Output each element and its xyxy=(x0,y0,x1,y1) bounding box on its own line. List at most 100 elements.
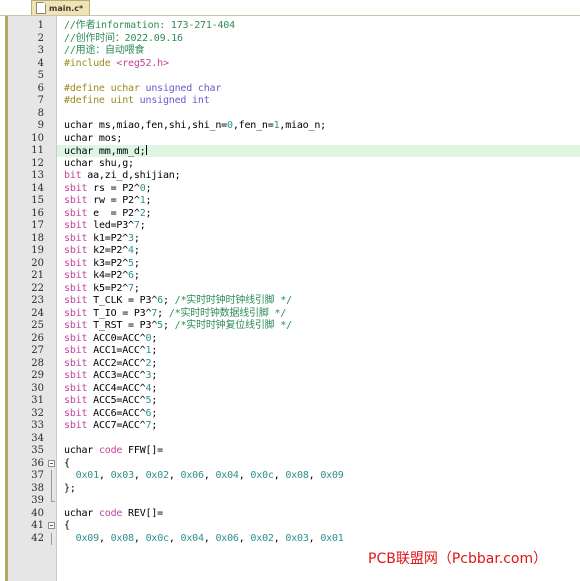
code-line[interactable]: sbit T_RST = P3^5; /*实时时钟复位线引脚 */ xyxy=(64,320,292,332)
line-number[interactable]: 26 xyxy=(8,333,44,345)
code-line[interactable]: sbit ACC1=ACC^1; xyxy=(64,345,157,357)
code-token-kw2: sbit xyxy=(64,295,88,306)
line-number[interactable]: 41 xyxy=(8,520,44,532)
editor-area[interactable]: 1 //作者information: 173-271-404 2 //创作时间：202… xyxy=(0,16,580,581)
tab-main-c[interactable]: main.c* xyxy=(31,0,91,15)
line-number[interactable]: 34 xyxy=(8,433,44,445)
line-number[interactable]: 33 xyxy=(8,420,44,432)
code-line[interactable]: sbit T_IO = P3^7; /*实时时钟数据线引脚 */ xyxy=(64,308,286,320)
line-number[interactable]: 24 xyxy=(8,308,44,320)
line-number[interactable]: 2 xyxy=(8,33,44,45)
line-number[interactable]: 15 xyxy=(8,195,44,207)
line-number[interactable]: 31 xyxy=(8,395,44,407)
code-editor-window: main.c* 1 //作者information: 173-271-404 2 //… xyxy=(0,0,580,581)
code-line[interactable]: sbit k2=P2^4; xyxy=(64,245,140,257)
line-number[interactable]: 14 xyxy=(8,183,44,195)
code-line[interactable]: { xyxy=(64,520,70,532)
code-line[interactable]: #define uchar unsigned char xyxy=(64,83,221,95)
code-line[interactable]: sbit rw = P2^1; xyxy=(64,195,152,207)
code-line[interactable]: uchar mos; xyxy=(64,133,122,145)
code-token-plain: k1=P2^ xyxy=(87,232,129,244)
code-line[interactable]: #include <reg52.h> xyxy=(64,58,169,70)
code-token-plain: T_RST = P3^ xyxy=(87,320,158,331)
code-line[interactable]: uchar shu,g; xyxy=(64,158,134,170)
line-number[interactable]: 36 xyxy=(8,458,44,470)
code-line[interactable]: //创作时间：2022.09.16 xyxy=(64,33,183,45)
code-line[interactable]: sbit ACC0=ACC^0; xyxy=(64,333,157,345)
line-number[interactable]: 3 xyxy=(8,45,44,57)
line-number[interactable]: 20 xyxy=(8,258,44,270)
code-line[interactable]: sbit ACC4=ACC^4; xyxy=(64,383,157,395)
code-line[interactable]: sbit e = P2^2; xyxy=(64,208,152,220)
line-number[interactable]: 18 xyxy=(8,233,44,245)
code-token-kw2: bit xyxy=(64,170,82,181)
code-line[interactable]: uchar code FFW[]= xyxy=(64,445,163,457)
line-number[interactable]: 10 xyxy=(8,133,44,145)
code-line[interactable]: sbit ACC3=ACC^3; xyxy=(64,370,157,382)
code-token-plain: { xyxy=(64,520,70,531)
code-line[interactable]: #define uint unsigned int xyxy=(64,95,210,107)
tab-bar: main.c* xyxy=(0,0,580,16)
line-number[interactable]: 8 xyxy=(8,108,44,120)
code-line[interactable]: sbit ACC6=ACC^6; xyxy=(64,408,157,420)
line-number[interactable]: 7 xyxy=(8,95,44,107)
code-line[interactable]: uchar code REV[]= xyxy=(64,508,163,520)
line-number[interactable]: 17 xyxy=(8,220,44,232)
code-line[interactable]: sbit k4=P2^6; xyxy=(64,270,140,282)
line-number[interactable]: 21 xyxy=(8,270,44,282)
line-number[interactable]: 16 xyxy=(8,208,44,220)
line-number[interactable]: 27 xyxy=(8,345,44,357)
code-line[interactable]: uchar ms,miao,fen,shi,shi_n=0,fen_n=1,mi… xyxy=(64,120,326,132)
code-line[interactable]: 0x09, 0x08, 0x0c, 0x04, 0x06, 0x02, 0x03… xyxy=(64,533,344,545)
code-line[interactable]: sbit led=P3^7; xyxy=(64,220,146,232)
line-number[interactable]: 32 xyxy=(8,408,44,420)
line-number[interactable]: 37 xyxy=(8,470,44,482)
code-line[interactable]: }; xyxy=(64,483,76,495)
line-number[interactable]: 13 xyxy=(8,170,44,182)
line-number[interactable]: 6 xyxy=(8,83,44,95)
code-token-plain: ACC5=ACC^ xyxy=(87,395,146,406)
code-line[interactable]: sbit k1=P2^3; xyxy=(64,233,140,245)
line-number[interactable]: 40 xyxy=(8,508,44,520)
code-token-plain: k2=P2^ xyxy=(87,245,129,256)
line-number[interactable]: 42 xyxy=(8,533,44,545)
line-number[interactable]: 25 xyxy=(8,320,44,332)
line-number[interactable]: 9 xyxy=(8,120,44,132)
line-number[interactable]: 28 xyxy=(8,358,44,370)
line-number[interactable]: 12 xyxy=(8,158,44,170)
line-number[interactable]: 35 xyxy=(8,445,44,457)
code-line[interactable]: bit aa,zi_d,shijian; xyxy=(64,170,181,182)
code-line[interactable]: uchar mm,mm_d; xyxy=(64,145,147,157)
line-number[interactable]: 11 xyxy=(8,145,44,157)
line-number[interactable]: 4 xyxy=(8,58,44,70)
code-line[interactable]: { xyxy=(64,458,70,470)
line-number[interactable]: 1 xyxy=(8,20,44,32)
line-number[interactable]: 19 xyxy=(8,245,44,257)
code-line[interactable]: sbit ACC7=ACC^7; xyxy=(64,420,157,432)
fold-collapse-icon[interactable] xyxy=(48,459,55,467)
code-token-plain: ; xyxy=(151,407,158,419)
line-number[interactable]: 39 xyxy=(8,495,44,507)
code-line[interactable]: 0x01, 0x03, 0x02, 0x06, 0x04, 0x0c, 0x08… xyxy=(64,470,344,482)
code-line[interactable]: sbit k3=P2^5; xyxy=(64,258,140,270)
code-token-kw2: sbit xyxy=(64,195,88,206)
code-token-plain: ; xyxy=(162,320,175,331)
code-token-plain: ; xyxy=(145,182,152,194)
code-token-plain: ; xyxy=(162,295,175,306)
line-number[interactable]: 38 xyxy=(8,483,44,495)
line-number[interactable]: 5 xyxy=(8,70,44,82)
code-line[interactable]: sbit rs = P2^0; xyxy=(64,182,152,195)
line-number[interactable]: 22 xyxy=(8,283,44,295)
fold-collapse-icon[interactable] xyxy=(48,522,55,529)
code-line[interactable]: //用途：自动喂食 xyxy=(64,45,144,57)
code-line[interactable]: sbit ACC5=ACC^5; xyxy=(64,395,157,407)
line-number[interactable]: 29 xyxy=(8,370,44,382)
code-token-plain: rw = P2^ xyxy=(87,195,140,206)
code-line[interactable]: //作者information: 173-271-404 xyxy=(64,20,235,32)
code-token-kw2: sbit xyxy=(64,357,88,369)
code-line[interactable]: sbit ACC2=ACC^2; xyxy=(64,358,157,370)
code-line[interactable]: sbit k5=P2^7; xyxy=(64,283,140,295)
code-line[interactable]: sbit T_CLK = P3^6; /*实时时钟时钟线引脚 */ xyxy=(64,295,292,307)
line-number[interactable]: 30 xyxy=(8,383,44,395)
line-number[interactable]: 23 xyxy=(8,295,44,307)
